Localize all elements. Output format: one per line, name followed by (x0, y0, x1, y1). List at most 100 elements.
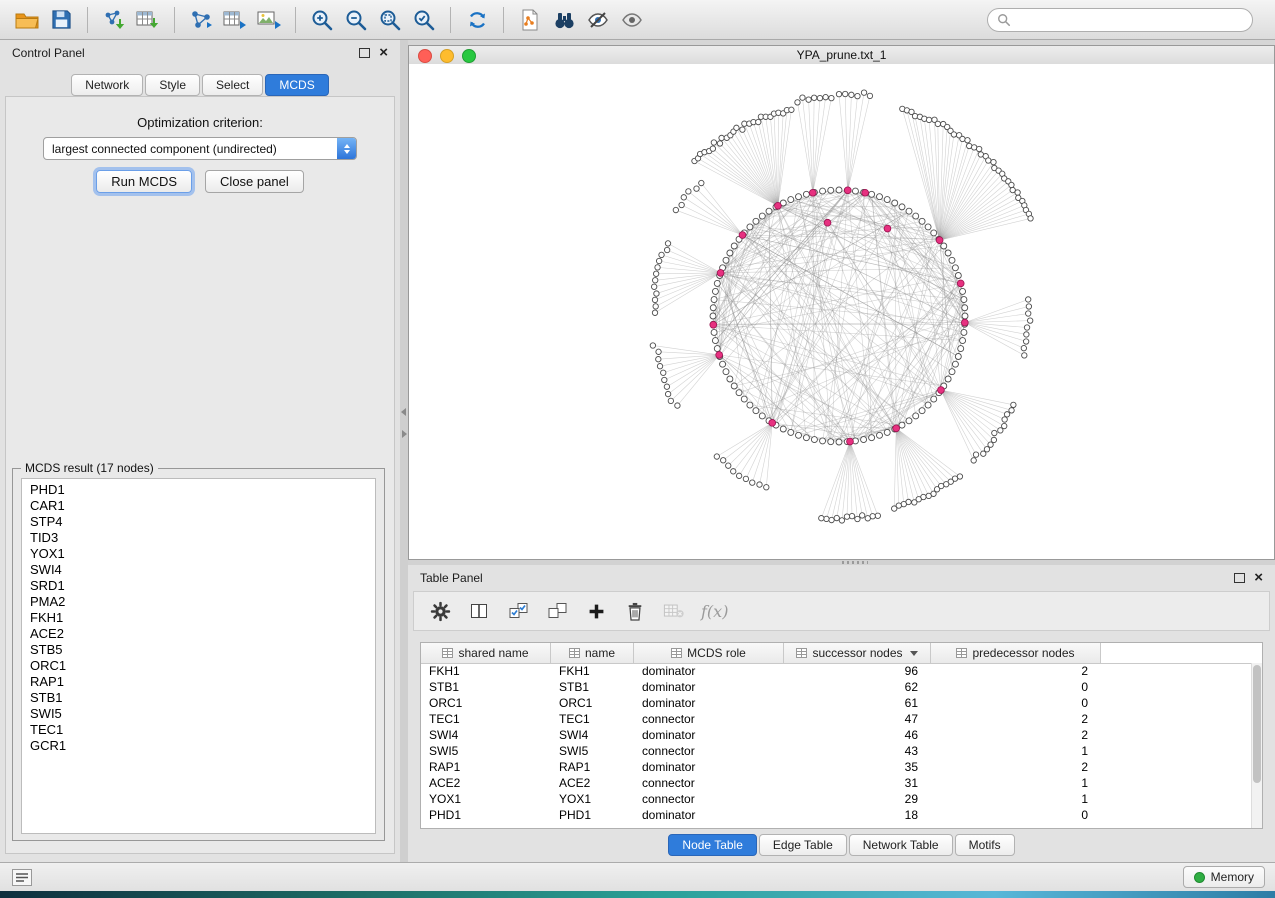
table-cell[interactable]: 0 (931, 680, 1101, 694)
float-table-panel-button[interactable] (1234, 573, 1245, 583)
add-column-button[interactable] (584, 599, 608, 623)
table-cell[interactable]: STB1 (551, 680, 634, 694)
find-button[interactable] (547, 5, 581, 35)
table-cell[interactable]: connector (634, 792, 784, 806)
column-header-successor-nodes[interactable]: successor nodes (784, 643, 931, 663)
table-cell[interactable]: 1 (931, 744, 1101, 758)
table-settings-button[interactable] (428, 599, 452, 623)
minimize-window-button[interactable] (440, 49, 454, 63)
table-cell[interactable]: YOX1 (421, 792, 551, 806)
mcds-result-list[interactable]: PHD1CAR1STP4TID3YOX1SWI4SRD1PMA2FKH1ACE2… (21, 478, 376, 834)
table-cell[interactable]: 18 (784, 808, 931, 822)
mcds-result-item[interactable]: STP4 (30, 514, 375, 530)
table-cell[interactable]: dominator (634, 728, 784, 742)
table-cell[interactable]: 1 (931, 792, 1101, 806)
table-cell[interactable]: 35 (784, 760, 931, 774)
table-cell[interactable]: 2 (931, 712, 1101, 726)
mcds-result-item[interactable]: ACE2 (30, 626, 375, 642)
mcds-result-item[interactable]: RAP1 (30, 674, 375, 690)
memory-button[interactable]: Memory (1183, 866, 1265, 888)
table-cell[interactable]: FKH1 (551, 664, 634, 678)
table-cell[interactable]: FKH1 (421, 664, 551, 678)
mcds-result-item[interactable]: GCR1 (30, 738, 375, 754)
table-cell[interactable]: 0 (931, 696, 1101, 710)
table-row[interactable]: PHD1PHD1dominator180 (421, 807, 1252, 823)
table-row[interactable]: SWI4SWI4dominator462 (421, 727, 1252, 743)
mcds-result-item[interactable]: YOX1 (30, 546, 375, 562)
split-panel-button[interactable] (467, 599, 491, 623)
table-cell[interactable]: dominator (634, 808, 784, 822)
export-image-button[interactable] (252, 5, 286, 35)
table-cell[interactable]: SWI4 (421, 728, 551, 742)
table-cell[interactable]: SWI4 (551, 728, 634, 742)
table-cell[interactable]: PHD1 (421, 808, 551, 822)
table-cell[interactable]: 61 (784, 696, 931, 710)
table-row[interactable]: TEC1TEC1connector472 (421, 711, 1252, 727)
table-row[interactable]: RAP1RAP1dominator352 (421, 759, 1252, 775)
network-canvas[interactable] (409, 64, 1274, 559)
run-mcds-button[interactable]: Run MCDS (96, 170, 192, 193)
float-panel-button[interactable] (359, 48, 370, 58)
export-table-button[interactable] (218, 5, 252, 35)
table-cell[interactable]: 31 (784, 776, 931, 790)
zoom-in-button[interactable] (305, 5, 339, 35)
import-network-button[interactable] (97, 5, 131, 35)
toggle-graphics-button[interactable] (581, 5, 615, 35)
table-tab-node-table[interactable]: Node Table (668, 834, 757, 856)
table-cell[interactable]: 47 (784, 712, 931, 726)
clone-network-button[interactable] (513, 5, 547, 35)
table-cell[interactable]: 62 (784, 680, 931, 694)
table-cell[interactable]: TEC1 (421, 712, 551, 726)
save-session-button[interactable] (44, 5, 78, 35)
mcds-result-item[interactable]: STB1 (30, 690, 375, 706)
search-input[interactable] (1017, 12, 1243, 28)
table-row[interactable]: ORC1ORC1dominator610 (421, 695, 1252, 711)
table-cell[interactable]: 96 (784, 664, 931, 678)
mcds-result-item[interactable]: SWI5 (30, 706, 375, 722)
table-row[interactable]: ACE2ACE2connector311 (421, 775, 1252, 791)
function-builder-button[interactable]: f(x) (701, 599, 728, 623)
open-session-button[interactable] (10, 5, 44, 35)
table-cell[interactable]: dominator (634, 760, 784, 774)
refresh-button[interactable] (460, 5, 494, 35)
mcds-result-item[interactable]: SRD1 (30, 578, 375, 594)
table-cell[interactable]: dominator (634, 696, 784, 710)
table-tab-edge-table[interactable]: Edge Table (759, 834, 847, 856)
table-cell[interactable]: STB1 (421, 680, 551, 694)
table-row[interactable]: FKH1FKH1dominator962 (421, 663, 1252, 679)
table-cell[interactable]: 2 (931, 664, 1101, 678)
close-window-button[interactable] (418, 49, 432, 63)
criterion-dropdown[interactable]: largest connected component (undirected) (43, 137, 357, 160)
column-header-predecessor-nodes[interactable]: predecessor nodes (931, 643, 1101, 663)
show-panels-button[interactable] (10, 865, 34, 889)
table-cell[interactable]: RAP1 (421, 760, 551, 774)
maximize-window-button[interactable] (462, 49, 476, 63)
deselect-all-button[interactable] (545, 599, 569, 623)
zoom-selected-button[interactable] (407, 5, 441, 35)
mcds-result-item[interactable]: ORC1 (30, 658, 375, 674)
table-cell[interactable]: RAP1 (551, 760, 634, 774)
table-cell[interactable]: connector (634, 776, 784, 790)
table-cell[interactable]: PHD1 (551, 808, 634, 822)
table-cell[interactable]: SWI5 (421, 744, 551, 758)
column-header-shared-name[interactable]: shared name (421, 643, 551, 663)
zoom-out-button[interactable] (339, 5, 373, 35)
table-cell[interactable]: 29 (784, 792, 931, 806)
table-cell[interactable]: ORC1 (551, 696, 634, 710)
table-row[interactable]: YOX1YOX1connector291 (421, 791, 1252, 807)
table-tab-network-table[interactable]: Network Table (849, 834, 953, 856)
column-header-MCDS-role[interactable]: MCDS role (634, 643, 784, 663)
table-cell[interactable]: ACE2 (551, 776, 634, 790)
column-header-name[interactable]: name (551, 643, 634, 663)
mcds-result-item[interactable]: STB5 (30, 642, 375, 658)
table-cell[interactable]: SWI5 (551, 744, 634, 758)
mcds-result-item[interactable]: TEC1 (30, 722, 375, 738)
table-cell[interactable]: dominator (634, 680, 784, 694)
close-panel-button[interactable]: × (379, 48, 388, 58)
table-cell[interactable]: 0 (931, 808, 1101, 822)
table-cell[interactable]: 43 (784, 744, 931, 758)
table-cell[interactable]: connector (634, 712, 784, 726)
vertical-splitter[interactable] (400, 40, 408, 862)
mcds-result-item[interactable]: TID3 (30, 530, 375, 546)
table-cell[interactable]: TEC1 (551, 712, 634, 726)
